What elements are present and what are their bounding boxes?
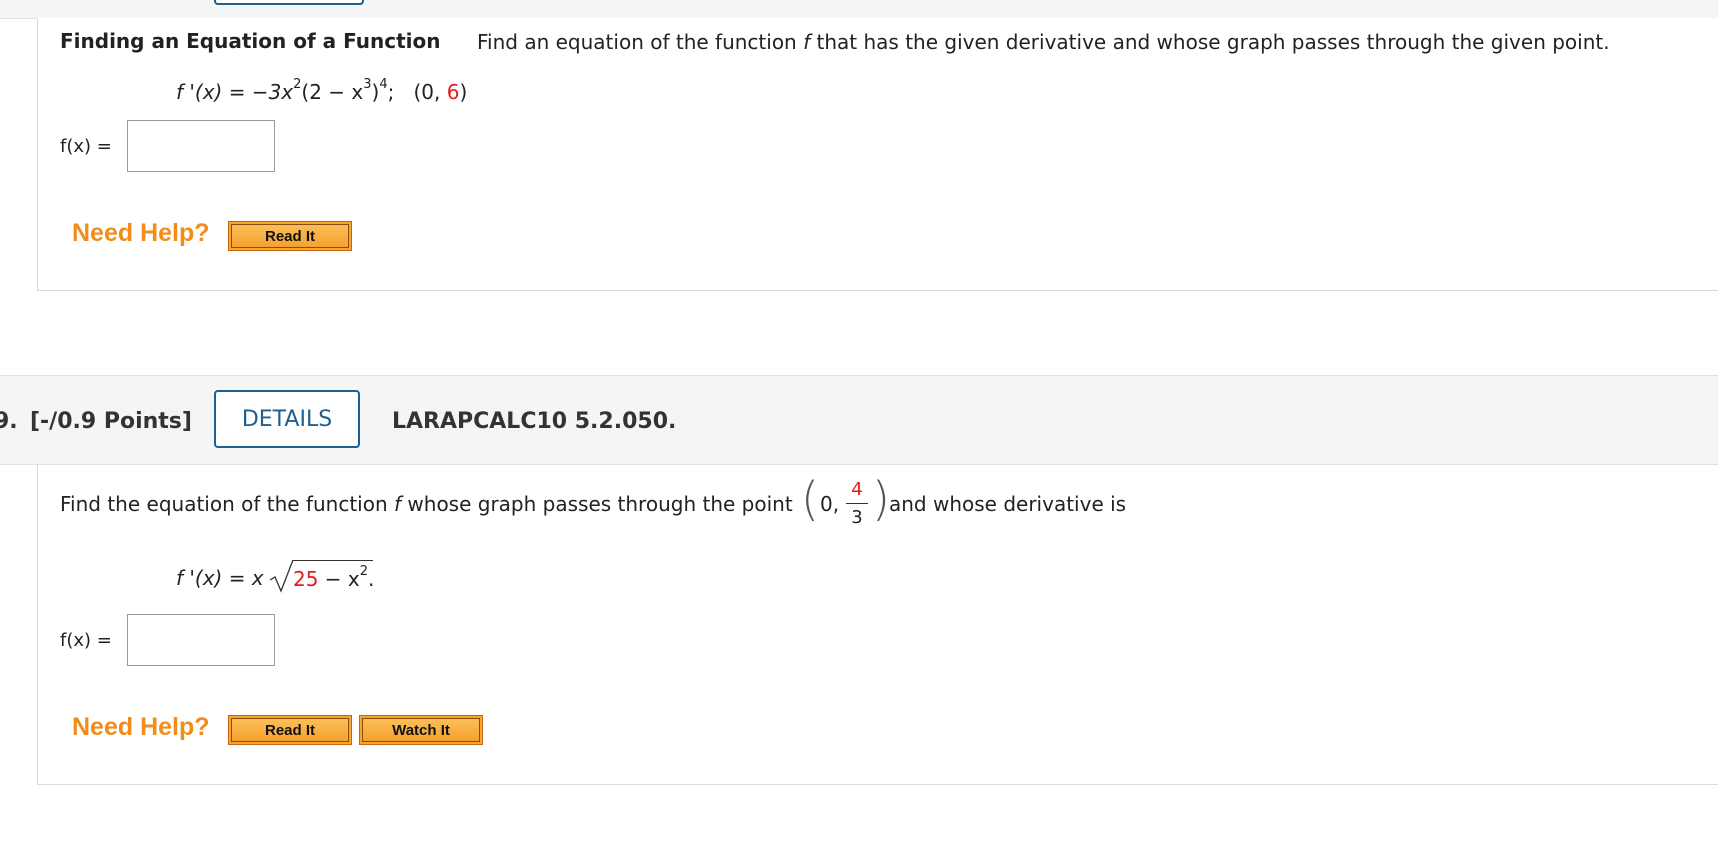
point-x: 0,: [820, 492, 840, 516]
answer-label: f(x) =: [60, 136, 112, 157]
fraction-denominator: 3: [851, 507, 863, 528]
fraction-numerator: 4: [851, 479, 863, 500]
need-help-label: Need Help?: [72, 713, 210, 741]
details-button[interactable]: DETAILS: [214, 390, 360, 448]
problem-instruction: Find the equation of the function f whos…: [60, 492, 793, 516]
answer-input[interactable]: [127, 120, 275, 172]
point-open-paren: (: [801, 472, 819, 526]
problem-id: LARAPCALC10 5.2.050.: [392, 409, 677, 434]
point-close-paren: ): [872, 472, 890, 526]
problem-number: 9.: [0, 409, 18, 434]
watch-it-label: Watch It: [362, 718, 480, 742]
problem-instruction: Find an equation of the function f that …: [477, 30, 1610, 54]
answer-input[interactable]: [127, 614, 275, 666]
fraction-bar: [846, 503, 868, 504]
derivative-expression: f '(x) = −3x2(2 − x3)4; (0, 6): [176, 77, 468, 104]
problem-heading: Finding an Equation of a Function: [60, 29, 441, 53]
watch-it-button[interactable]: Watch It: [359, 715, 483, 745]
answer-label: f(x) =: [60, 630, 112, 651]
need-help-label: Need Help?: [72, 219, 210, 247]
sqrt-vinculum: [293, 560, 373, 561]
previous-details-button[interactable]: [214, 0, 364, 5]
sqrt-radical-icon: [269, 559, 294, 593]
read-it-label: Read It: [231, 224, 349, 248]
derivative-lhs: f '(x) = x: [176, 566, 264, 590]
read-it-button[interactable]: Read It: [228, 221, 352, 251]
points-label: [-/0.9 Points]: [30, 409, 192, 434]
radicand: 25 − x2.: [293, 564, 375, 591]
point-fraction: 4 3: [846, 479, 868, 528]
instruction-tail: and whose derivative is: [889, 492, 1127, 516]
read-it-label: Read It: [231, 718, 349, 742]
problem-9-header: 9. [-/0.9 Points] DETAILS LARAPCALC10 5.…: [0, 375, 1718, 465]
read-it-button[interactable]: Read It: [228, 715, 352, 745]
